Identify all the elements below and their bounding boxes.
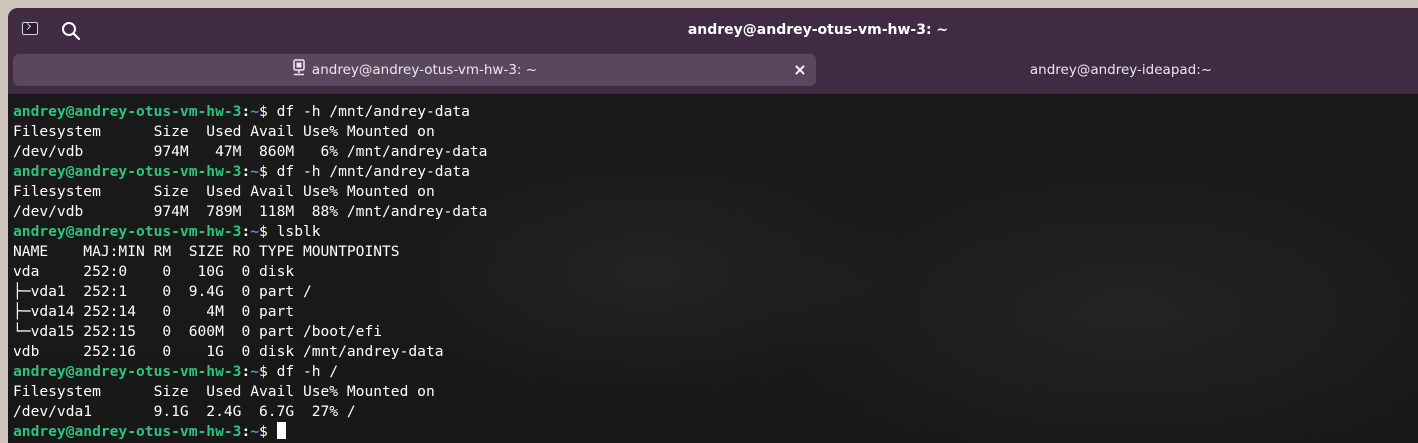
text-cursor[interactable] bbox=[276, 422, 286, 439]
prompt-symbol: $ bbox=[259, 423, 268, 440]
command-text: df -h / bbox=[267, 363, 339, 380]
prompt-directory: ~ bbox=[250, 223, 260, 240]
output-line: Filesystem Size Used Avail Use% Mounted … bbox=[13, 383, 435, 400]
output-line: vda 252:0 0 10G 0 disk bbox=[13, 263, 295, 280]
tab-otus-vm[interactable]: andrey@andrey-otus-vm-hw-3: ~ × bbox=[13, 54, 816, 86]
output-line: vdb 252:16 0 1G 0 disk /mnt/andrey-data bbox=[13, 343, 444, 360]
prompt-user-host: andrey@andrey-otus-vm-hw-3 bbox=[13, 423, 242, 440]
prompt-line: andrey@andrey-otus-vm-hw-3:~$ lsblk bbox=[13, 222, 487, 242]
close-icon[interactable]: × bbox=[792, 54, 808, 86]
output-line: NAME MAJ:MIN RM SIZE RO TYPE MOUNTPOINTS bbox=[13, 243, 400, 260]
remote-session-icon bbox=[293, 59, 305, 76]
output-line: ├─vda14 252:14 0 4M 0 part bbox=[13, 303, 295, 320]
prompt-line: andrey@andrey-otus-vm-hw-3:~$ bbox=[13, 422, 487, 442]
prompt-user-host: andrey@andrey-otus-vm-hw-3 bbox=[13, 363, 242, 380]
terminal-window: andrey@andrey-otus-vm-hw-3: ~ andrey@and… bbox=[8, 8, 1418, 443]
output-line: └─vda15 252:15 0 600M 0 part /boot/efi bbox=[13, 323, 383, 340]
terminal-output: andrey@andrey-otus-vm-hw-3:~$ df -h /mnt… bbox=[13, 102, 487, 442]
prompt-directory: ~ bbox=[250, 103, 260, 120]
tab-ideapad[interactable]: andrey@andrey-ideapad:~ bbox=[820, 54, 1418, 86]
prompt-line: andrey@andrey-otus-vm-hw-3:~$ df -h /mnt… bbox=[13, 102, 487, 122]
prompt-symbol: $ bbox=[259, 163, 268, 180]
tab-bar: andrey@andrey-otus-vm-hw-3: ~ × andrey@a… bbox=[8, 52, 1418, 94]
prompt-symbol: $ bbox=[259, 103, 268, 120]
header-bar: andrey@andrey-otus-vm-hw-3: ~ bbox=[8, 8, 1418, 52]
output-line: Filesystem Size Used Avail Use% Mounted … bbox=[13, 183, 435, 200]
prompt-directory: ~ bbox=[250, 363, 260, 380]
terminal-content[interactable]: andrey@andrey-otus-vm-hw-3:~$ df -h /mnt… bbox=[8, 94, 1418, 443]
prompt-directory: ~ bbox=[250, 423, 260, 440]
prompt-directory: ~ bbox=[250, 163, 260, 180]
prompt-separator: : bbox=[241, 163, 251, 180]
output-line: /dev/vdb 974M 47M 860M 6% /mnt/andrey-da… bbox=[13, 143, 488, 160]
command-text: lsblk bbox=[267, 223, 321, 240]
prompt-separator: : bbox=[241, 363, 251, 380]
prompt-symbol: $ bbox=[259, 363, 268, 380]
tab-label: andrey@andrey-otus-vm-hw-3: ~ bbox=[311, 62, 538, 78]
command-text: df -h /mnt/andrey-data bbox=[267, 163, 470, 180]
prompt-separator: : bbox=[241, 103, 251, 120]
prompt-user-host: andrey@andrey-otus-vm-hw-3 bbox=[13, 103, 242, 120]
prompt-user-host: andrey@andrey-otus-vm-hw-3 bbox=[13, 163, 242, 180]
output-line: /dev/vda1 9.1G 2.4G 6.7G 27% / bbox=[13, 403, 356, 420]
output-line: Filesystem Size Used Avail Use% Mounted … bbox=[13, 123, 435, 140]
window-title: andrey@andrey-otus-vm-hw-3: ~ bbox=[687, 22, 949, 38]
prompt-user-host: andrey@andrey-otus-vm-hw-3 bbox=[13, 223, 242, 240]
prompt-separator: : bbox=[241, 423, 251, 440]
output-line: /dev/vdb 974M 789M 118M 88% /mnt/andrey-… bbox=[13, 203, 488, 220]
command-text: df -h /mnt/andrey-data bbox=[267, 103, 470, 120]
prompt-line: andrey@andrey-otus-vm-hw-3:~$ df -h /mnt… bbox=[13, 162, 487, 182]
prompt-line: andrey@andrey-otus-vm-hw-3:~$ df -h / bbox=[13, 362, 487, 382]
output-line: ├─vda1 252:1 0 9.4G 0 part / bbox=[13, 283, 312, 300]
prompt-separator: : bbox=[241, 223, 251, 240]
tab-label: andrey@andrey-ideapad:~ bbox=[1029, 62, 1213, 78]
prompt-symbol: $ bbox=[259, 223, 268, 240]
